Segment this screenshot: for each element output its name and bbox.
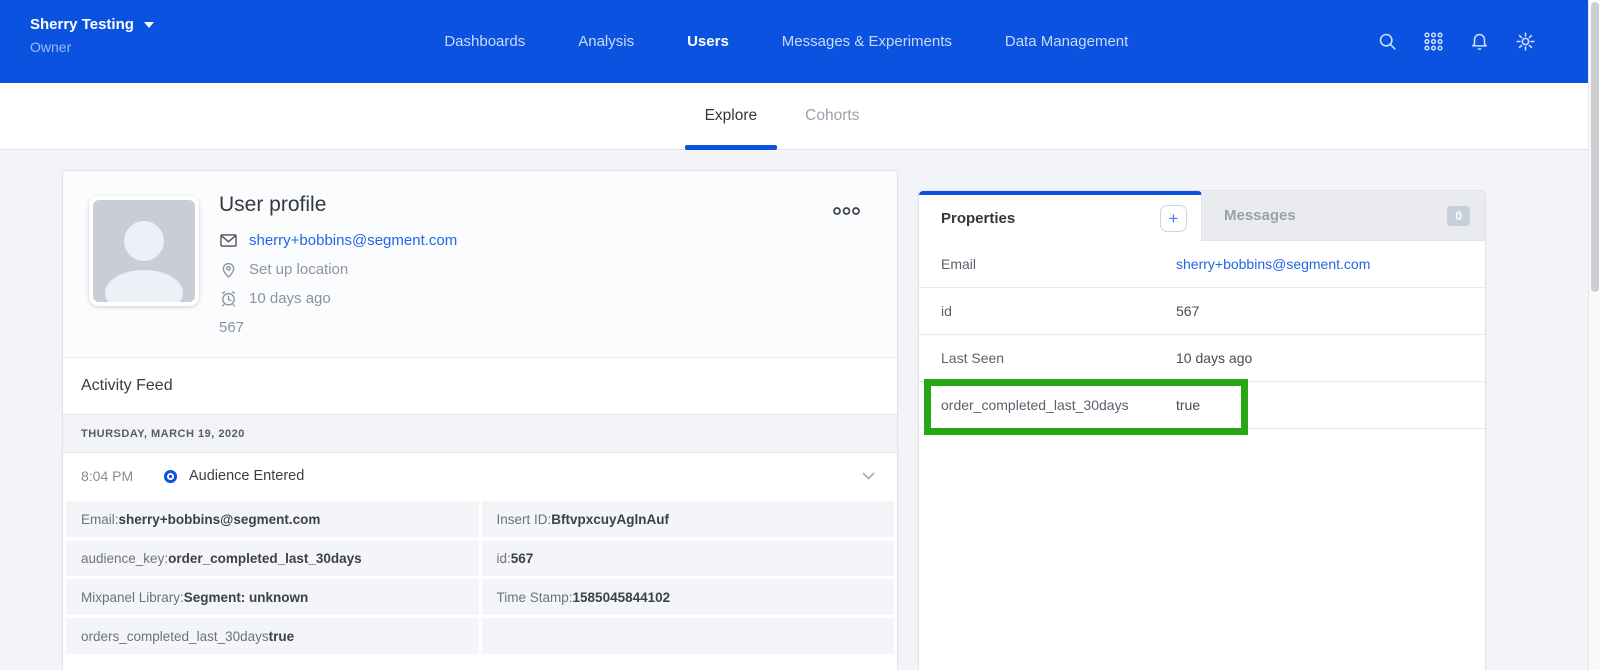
workspace-name: Sherry Testing bbox=[30, 16, 134, 33]
apps-grid-icon[interactable] bbox=[1423, 31, 1444, 52]
event-time: 8:04 PM bbox=[81, 468, 145, 484]
user-profile-card: User profile sherry+bobbins@segment.com … bbox=[62, 170, 898, 670]
workspace-selector[interactable]: Sherry Testing Owner bbox=[30, 16, 154, 55]
messages-count-badge: 0 bbox=[1447, 206, 1470, 226]
event-property-cell: Email: sherry+bobbins@segment.com bbox=[66, 501, 479, 537]
alarm-clock-icon bbox=[219, 289, 238, 308]
scrollbar[interactable] bbox=[1588, 0, 1600, 670]
activity-event-row[interactable]: 8:04 PM Audience Entered bbox=[63, 453, 897, 499]
workspace-role: Owner bbox=[30, 39, 154, 55]
audience-target-icon bbox=[163, 469, 178, 484]
location-pin-icon bbox=[219, 260, 238, 279]
event-property-cell: Insert ID: BftvpxcuyAglnAuf bbox=[482, 501, 895, 537]
tab-messages[interactable]: Messages 0 bbox=[1202, 191, 1485, 241]
profile-email-link[interactable]: sherry+bobbins@segment.com bbox=[249, 232, 457, 249]
avatar bbox=[89, 196, 199, 306]
activity-date-header: THURSDAY, MARCH 19, 2020 bbox=[63, 414, 897, 453]
main-nav: Dashboards Analysis Users Messages & Exp… bbox=[444, 33, 1128, 50]
event-properties-grid: Email: sherry+bobbins@segment.com Insert… bbox=[63, 499, 897, 657]
profile-last-seen: 10 days ago bbox=[249, 290, 331, 307]
chevron-down-icon[interactable] bbox=[862, 472, 875, 480]
page-tab-bar: Explore Cohorts bbox=[0, 83, 1600, 150]
event-name: Audience Entered bbox=[189, 468, 304, 484]
nav-item-dashboards[interactable]: Dashboards bbox=[444, 33, 525, 50]
event-property-cell: id: 567 bbox=[482, 540, 895, 576]
event-property-cell: Time Stamp: 1585045844102 bbox=[482, 579, 895, 615]
tab-explore[interactable]: Explore bbox=[685, 83, 778, 149]
add-property-button[interactable]: + bbox=[1160, 205, 1187, 232]
property-row-last-seen: Last Seen 10 days ago bbox=[919, 335, 1485, 382]
nav-item-analysis[interactable]: Analysis bbox=[578, 33, 634, 50]
property-email-link[interactable]: sherry+bobbins@segment.com bbox=[1176, 256, 1370, 272]
search-icon[interactable] bbox=[1377, 31, 1398, 52]
page-title: User profile bbox=[219, 193, 457, 217]
notifications-bell-icon[interactable] bbox=[1469, 31, 1490, 52]
nav-item-messages-experiments[interactable]: Messages & Experiments bbox=[782, 33, 952, 50]
main-content: User profile sherry+bobbins@segment.com … bbox=[0, 150, 1600, 670]
profile-header: User profile sherry+bobbins@segment.com … bbox=[63, 171, 897, 358]
more-options-icon[interactable] bbox=[828, 199, 865, 225]
property-row-order-completed: order_completed_last_30days true bbox=[919, 382, 1485, 429]
profile-location[interactable]: Set up location bbox=[249, 261, 348, 278]
event-property-cell bbox=[482, 618, 895, 654]
property-row-id: id 567 bbox=[919, 288, 1485, 335]
scrollbar-thumb[interactable] bbox=[1591, 2, 1599, 292]
panel-tab-bar: Properties + Messages 0 bbox=[919, 191, 1485, 241]
event-property-cell: Mixpanel Library: Segment: unknown bbox=[66, 579, 479, 615]
settings-gear-icon[interactable] bbox=[1515, 31, 1536, 52]
tab-properties[interactable]: Properties + bbox=[919, 191, 1202, 241]
event-property-cell: orders_completed_last_30daystrue bbox=[66, 618, 479, 654]
activity-feed-title: Activity Feed bbox=[63, 358, 897, 414]
profile-user-id: 567 bbox=[219, 313, 457, 342]
chevron-down-icon bbox=[144, 22, 154, 28]
top-navigation-bar: Sherry Testing Owner Dashboards Analysis… bbox=[0, 0, 1600, 83]
tab-cohorts[interactable]: Cohorts bbox=[785, 83, 879, 149]
envelope-icon bbox=[219, 231, 238, 250]
properties-panel-card: Properties + Messages 0 Email sherry+bob… bbox=[918, 190, 1486, 670]
event-property-cell: audience_key: order_completed_last_30day… bbox=[66, 540, 479, 576]
property-row-email: Email sherry+bobbins@segment.com bbox=[919, 241, 1485, 288]
nav-item-data-management[interactable]: Data Management bbox=[1005, 33, 1128, 50]
nav-item-users[interactable]: Users bbox=[687, 33, 729, 50]
